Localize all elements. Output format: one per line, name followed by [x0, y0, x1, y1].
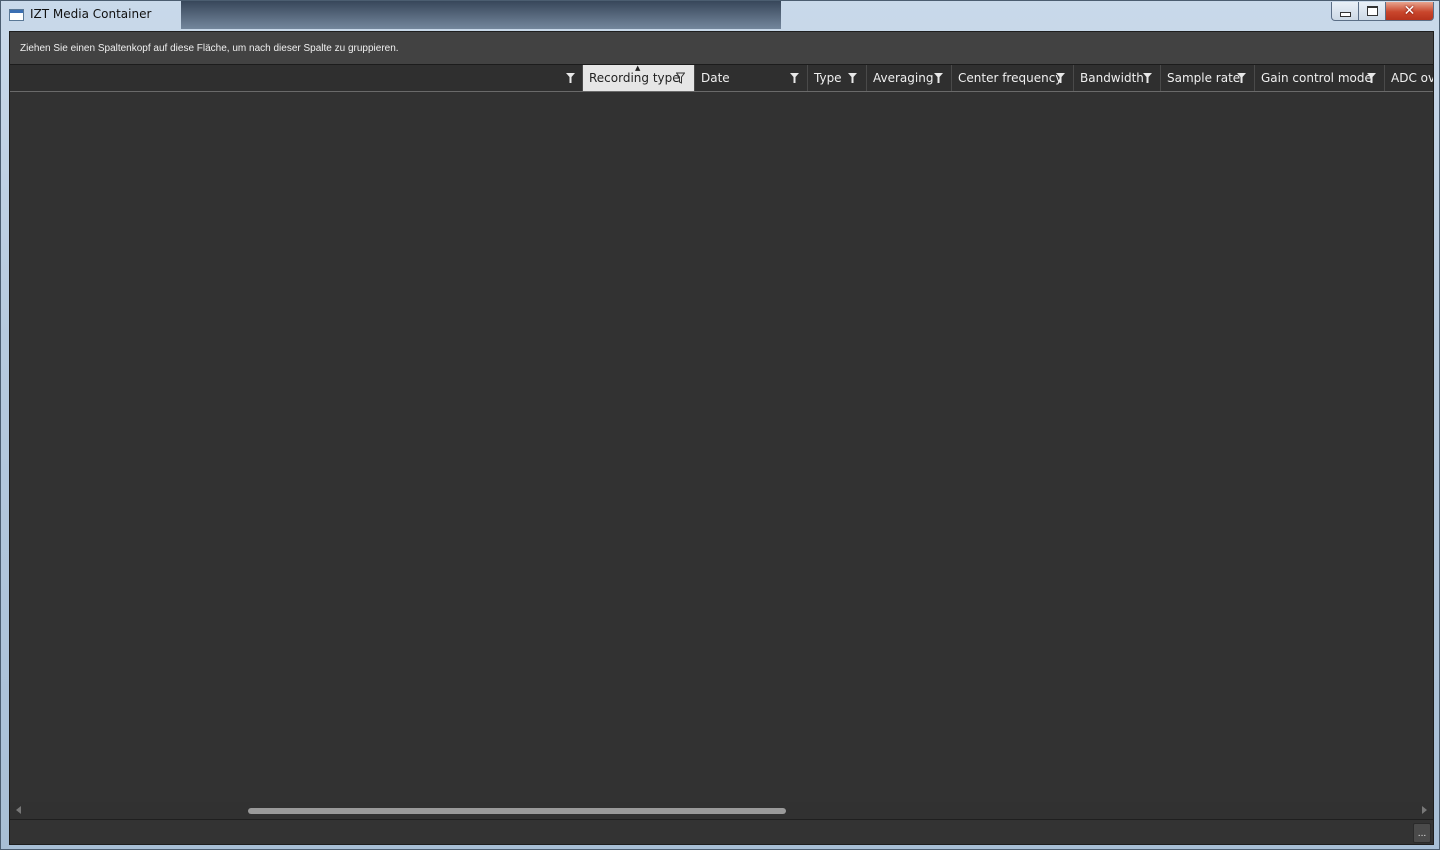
close-icon: ✕: [1403, 3, 1416, 19]
column-header-center-frequency[interactable]: Center frequency: [952, 65, 1074, 91]
column-header-label: Bandwidth: [1080, 71, 1144, 85]
column-header-sample-rate[interactable]: Sample rate: [1161, 65, 1255, 91]
column-header-label: Averaging: [873, 71, 934, 85]
filter-icon[interactable]: [1237, 72, 1246, 84]
grid-rows-area[interactable]: [10, 92, 1433, 802]
minimize-button[interactable]: [1331, 2, 1359, 21]
column-header-averaging[interactable]: Averaging: [867, 65, 952, 91]
filter-icon[interactable]: [848, 72, 857, 84]
group-by-hint: Ziehen Sie einen Spaltenkopf auf diese F…: [20, 43, 399, 54]
column-header-label: Recording type: [589, 71, 680, 85]
column-header-label: Date: [701, 71, 730, 85]
media-container-grid: Ziehen Sie einen Spaltenkopf auf diese F…: [9, 31, 1434, 845]
column-header-label: Center frequency: [958, 71, 1063, 85]
column-header-type[interactable]: Type: [808, 65, 867, 91]
column-header-recording-type[interactable]: ▲ Recording type: [583, 65, 695, 91]
filter-icon[interactable]: [790, 72, 799, 84]
column-header-label: ADC ove: [1391, 71, 1433, 85]
minimize-icon: [1339, 11, 1351, 17]
maximize-icon: [1366, 6, 1378, 16]
window-title: IZT Media Container: [30, 7, 152, 21]
column-header-bandwidth[interactable]: Bandwidth: [1074, 65, 1161, 91]
more-options-button[interactable]: ...: [1413, 823, 1431, 843]
column-header-adc-overload[interactable]: ADC ove: [1385, 65, 1433, 91]
column-header-label: Sample rate: [1167, 71, 1241, 85]
scroll-right-icon[interactable]: [1422, 806, 1427, 814]
maximize-button[interactable]: [1358, 2, 1386, 21]
filter-icon[interactable]: [1143, 72, 1152, 84]
titlebar[interactable]: IZT Media Container ✕: [1, 1, 1440, 29]
column-header-row: ▲ Recording type Date Type Averaging Cen…: [10, 65, 1433, 92]
column-header-label: Type: [814, 71, 842, 85]
horizontal-scrollbar[interactable]: [10, 802, 1433, 819]
filter-icon[interactable]: [676, 72, 685, 84]
column-header-label: Gain control mode: [1261, 71, 1372, 85]
column-header-selector[interactable]: [10, 65, 583, 91]
column-header-date[interactable]: Date: [695, 65, 808, 91]
app-window-icon: [9, 9, 24, 21]
group-by-panel[interactable]: Ziehen Sie einen Spaltenkopf auf diese F…: [10, 32, 1433, 65]
scrollbar-thumb[interactable]: [248, 808, 786, 814]
app-window: IZT Media Container ✕ Ziehen Sie einen S…: [0, 0, 1440, 850]
column-header-gain-control-mode[interactable]: Gain control mode: [1255, 65, 1385, 91]
scroll-left-icon[interactable]: [16, 806, 21, 814]
filter-icon[interactable]: [934, 72, 943, 84]
close-button[interactable]: ✕: [1385, 2, 1434, 21]
filter-icon[interactable]: [1367, 72, 1376, 84]
filter-icon[interactable]: [1056, 72, 1065, 84]
status-bar: ...: [10, 819, 1433, 844]
filter-icon[interactable]: [566, 72, 575, 84]
